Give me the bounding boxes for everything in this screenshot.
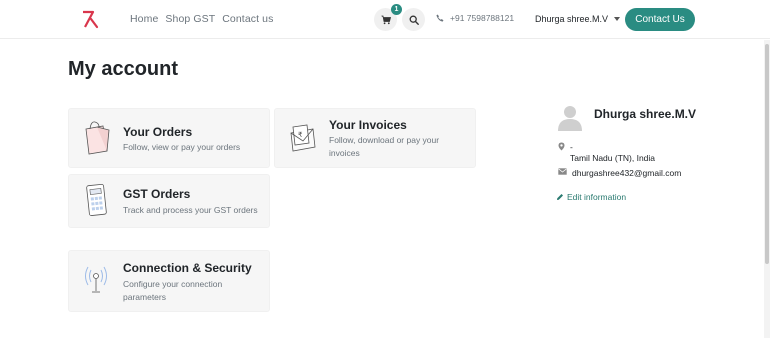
nav-contact-link[interactable]: Contact us — [222, 13, 273, 25]
shopping-bag-icon — [85, 121, 110, 155]
nav-home-link[interactable]: Home — [130, 13, 158, 25]
card-title: Your Invoices — [329, 118, 407, 132]
card-title: GST Orders — [123, 187, 191, 201]
avatar — [558, 106, 582, 131]
card-description: Configure your connection parameters — [123, 279, 223, 302]
pencil-icon — [557, 194, 563, 200]
edit-information-link[interactable]: Edit information — [556, 192, 626, 202]
contact-us-button[interactable]: Contact Us — [625, 8, 695, 31]
profile-name: Dhurga shree.M.V — [594, 107, 697, 121]
nav-shop-gst-link[interactable]: Shop GST — [165, 13, 215, 25]
edit-information-label: Edit information — [567, 192, 627, 202]
cart-count-badge: 1 — [391, 4, 402, 15]
profile-address: - Tamil Nadu (TN), India — [558, 142, 655, 163]
search-icon — [409, 15, 419, 25]
cart-icon — [381, 15, 391, 24]
phone-number: +91 7598788121 — [450, 13, 515, 23]
card-title: Connection & Security — [123, 261, 252, 275]
phone-icon — [436, 14, 444, 22]
profile-email: dhurgashree432@gmail.com — [558, 168, 681, 178]
user-dropdown-label: Dhurga shree.M.V — [535, 14, 609, 24]
brand-logo-icon[interactable] — [80, 8, 102, 30]
address-line-1: - — [570, 142, 573, 152]
card-description: Follow, download or pay your invoices — [329, 135, 440, 158]
card-description: Follow, view or pay your orders — [123, 142, 241, 152]
calculator-icon — [86, 183, 107, 216]
antenna-icon — [85, 266, 107, 293]
gst-orders-card[interactable]: GST Orders Track and process your GST or… — [68, 174, 270, 228]
top-navbar: Home Shop GST Contact us 1 +91 759878812… — [0, 0, 770, 39]
chevron-down-icon — [614, 17, 621, 21]
phone-contact[interactable]: +91 7598788121 — [436, 13, 514, 23]
card-description: Track and process your GST orders — [123, 205, 258, 215]
location-pin-icon — [558, 142, 565, 151]
page-title: My account — [68, 58, 179, 80]
invoice-envelope-icon: ₹ — [290, 124, 316, 152]
connection-security-card[interactable]: Connection & Security Configure your con… — [68, 250, 270, 312]
address-line-2: Tamil Nadu (TN), India — [570, 153, 656, 163]
email-address: dhurgashree432@gmail.com — [572, 168, 682, 178]
page-scrollbar[interactable] — [764, 40, 770, 338]
envelope-icon — [558, 168, 567, 175]
user-dropdown[interactable]: Dhurga shree.M.V — [535, 14, 621, 24]
scrollbar-thumb[interactable] — [765, 44, 769, 264]
main-nav: Home Shop GST Contact us — [130, 13, 273, 25]
cart-button[interactable]: 1 — [374, 4, 402, 31]
card-title: Your Orders — [123, 125, 193, 139]
search-button[interactable] — [402, 8, 425, 31]
your-orders-card[interactable]: Your Orders Follow, view or pay your ord… — [68, 108, 270, 168]
your-invoices-card[interactable]: ₹ Your Invoices Follow, download or pay … — [274, 108, 476, 168]
